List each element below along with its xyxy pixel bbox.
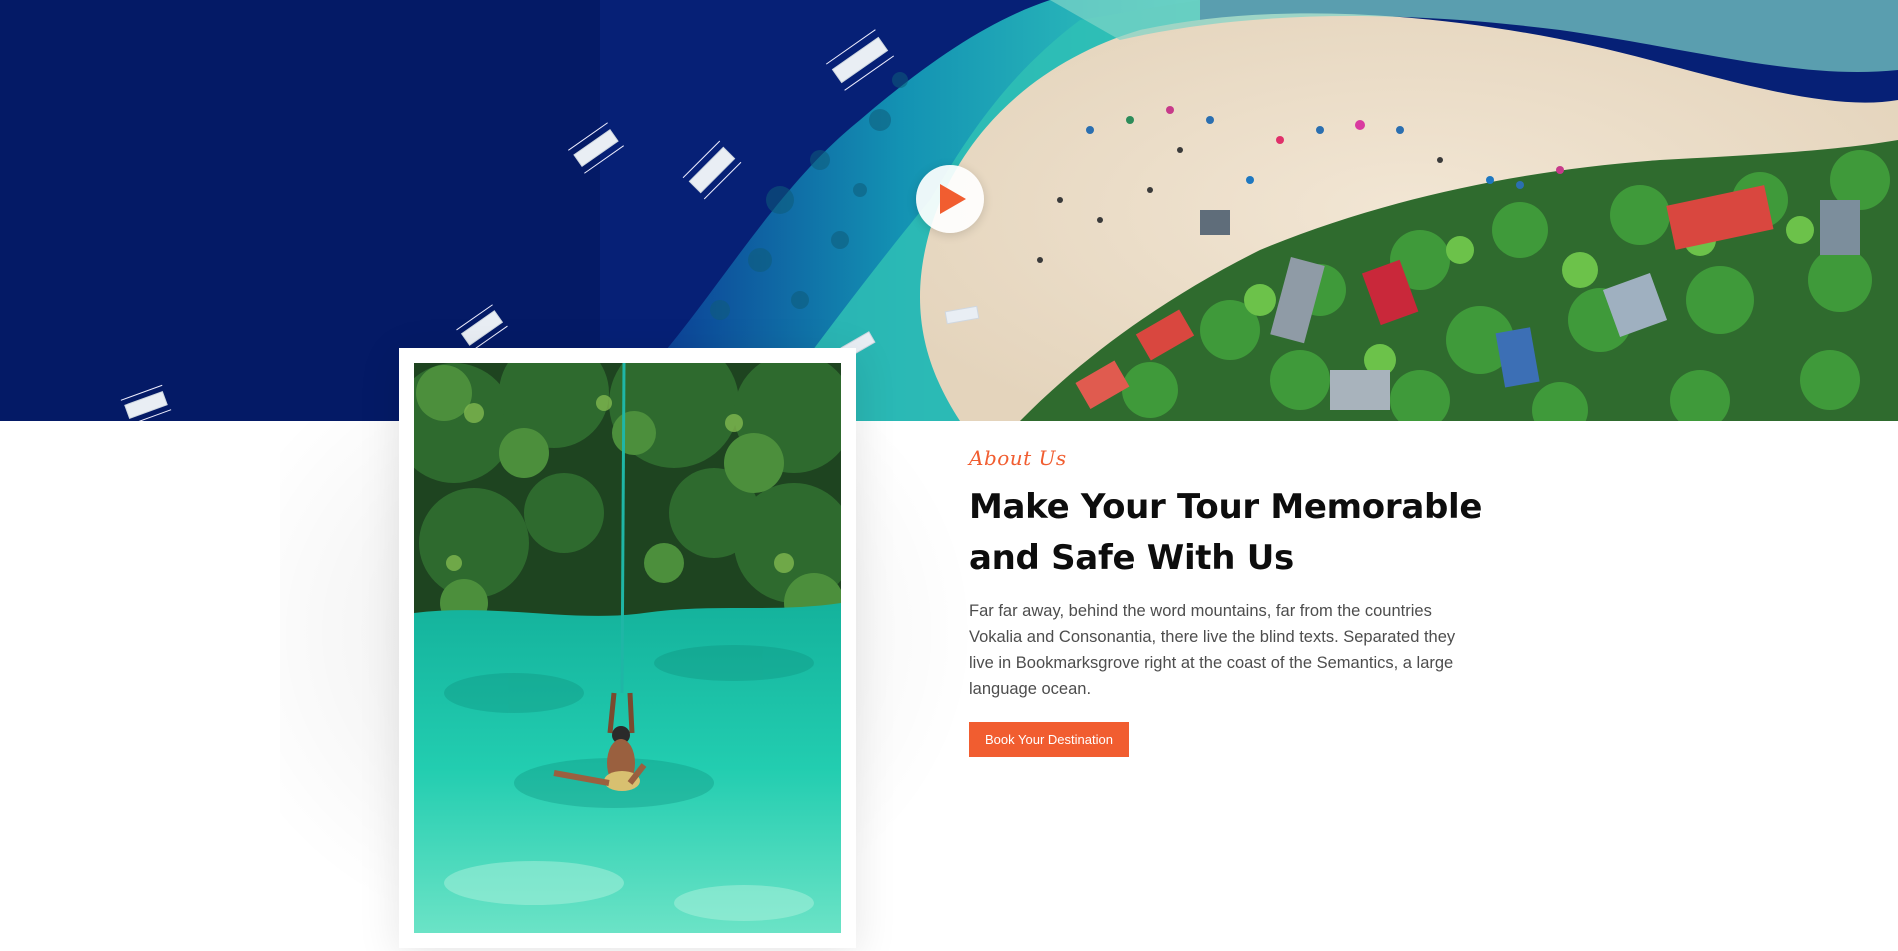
section-headline: Make Your Tour Memorable and Safe With U… <box>969 482 1489 584</box>
section-eyebrow: About Us <box>969 446 1067 470</box>
rope-swing-lagoon-photo <box>414 363 841 933</box>
lagoon-illustration <box>414 363 841 933</box>
headline-line-2: and Safe With Us <box>969 538 1294 578</box>
about-content: About Us Make Your Tour Memorable and Sa… <box>969 446 1489 757</box>
headline-line-1: Make Your Tour Memorable <box>969 487 1483 527</box>
play-icon <box>940 184 966 214</box>
play-video-button[interactable] <box>916 165 984 233</box>
hero-aerial-image <box>0 0 1898 421</box>
book-destination-button[interactable]: Book Your Destination <box>969 722 1129 757</box>
section-description: Far far away, behind the word mountains,… <box>969 602 1456 698</box>
about-photo-frame <box>399 348 856 948</box>
